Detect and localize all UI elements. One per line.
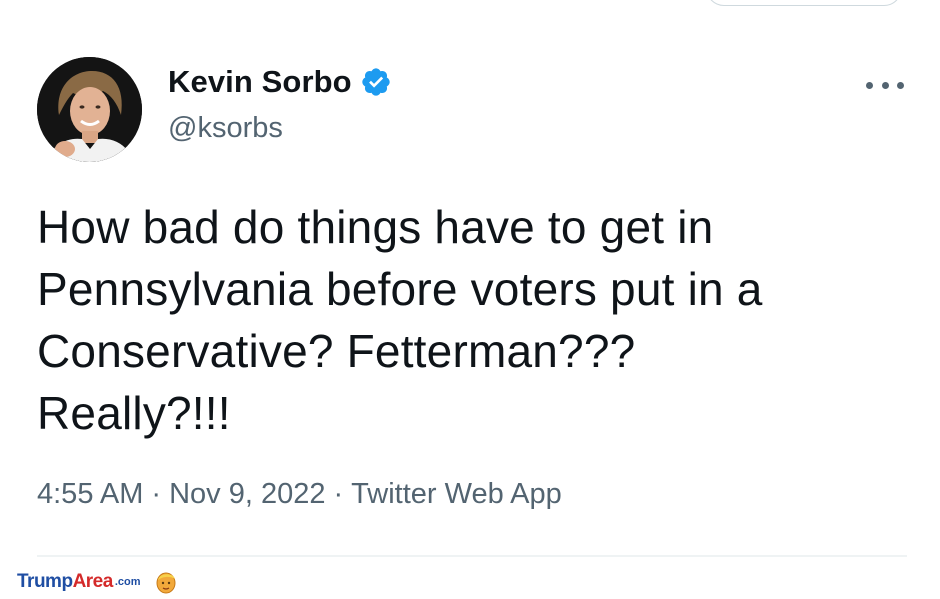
avatar-photo bbox=[37, 57, 142, 162]
tweet-date[interactable]: Nov 9, 2022 bbox=[169, 478, 325, 510]
more-dot bbox=[866, 81, 873, 89]
meta-separator: · bbox=[151, 478, 162, 510]
follow-button-partial[interactable] bbox=[706, 0, 902, 6]
meta-separator: · bbox=[333, 478, 344, 510]
tweet-text: How bad do things have to get in Pennsyl… bbox=[37, 201, 763, 439]
verified-badge-icon bbox=[360, 66, 392, 98]
author-handle[interactable]: @ksorbs bbox=[168, 112, 283, 145]
more-horizontal-icon[interactable] bbox=[866, 74, 904, 96]
tweet-time[interactable]: 4:55 AM bbox=[37, 478, 143, 510]
divider bbox=[37, 555, 907, 557]
watermark-text-trump: Trump bbox=[17, 571, 73, 592]
watermark-text-area: Area bbox=[72, 571, 114, 592]
avatar[interactable] bbox=[37, 57, 142, 162]
site-watermark: Trump Area .com bbox=[17, 570, 177, 594]
tweet-meta: 4:55 AM · Nov 9, 2022 · Twitter Web App bbox=[37, 478, 562, 511]
author-display-name[interactable]: Kevin Sorbo bbox=[168, 64, 352, 100]
author-name-row[interactable]: Kevin Sorbo bbox=[168, 64, 392, 100]
watermark-logo-icon bbox=[155, 570, 177, 594]
watermark-text-com: .com bbox=[114, 576, 141, 588]
tweet-source[interactable]: Twitter Web App bbox=[351, 478, 562, 510]
more-dot bbox=[881, 81, 889, 89]
more-dot bbox=[897, 81, 904, 89]
